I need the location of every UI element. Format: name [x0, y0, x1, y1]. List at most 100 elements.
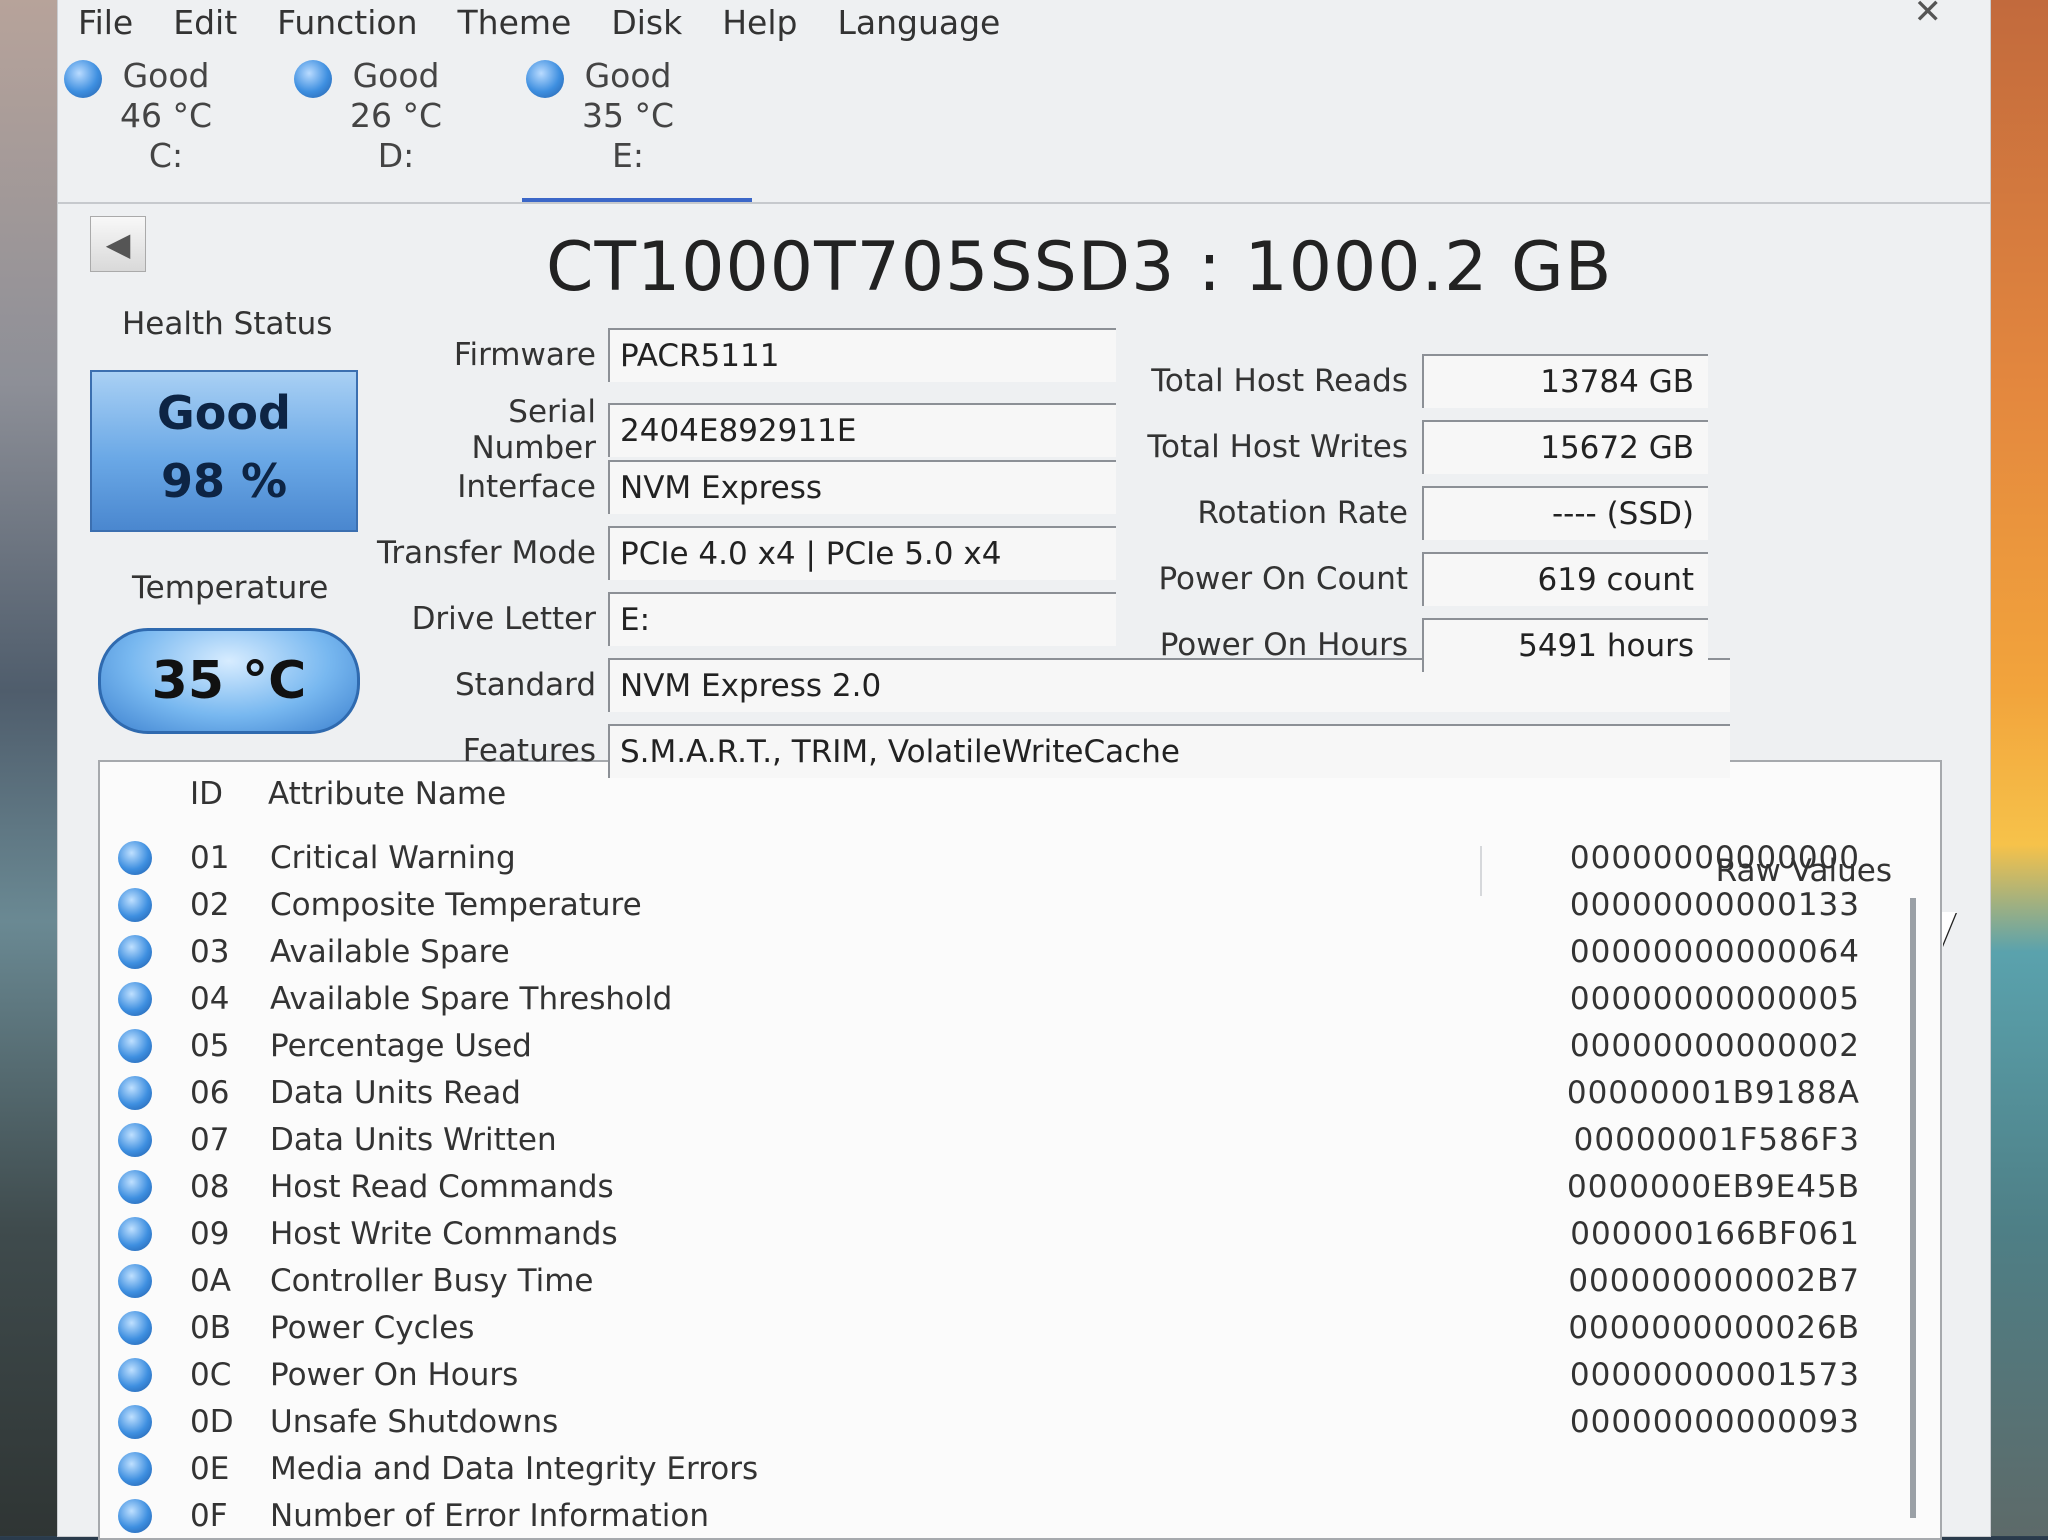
drive-letter-label: Drive Letter — [411, 601, 596, 637]
table-row[interactable]: 02 Composite Temperature 00000000000133 — [100, 881, 1940, 928]
table-row[interactable]: 07 Data Units Written 00000001F586F3 — [100, 1116, 1940, 1163]
attribute-name: Controller Busy Time — [270, 1262, 594, 1299]
drive-letter-field: E: — [608, 592, 1116, 646]
health-status-box[interactable]: Good 98 % — [90, 370, 358, 532]
table-row[interactable]: 0E Media and Data Integrity Errors — [100, 1445, 1940, 1492]
status-orb-icon — [294, 60, 332, 98]
attribute-raw-value: 00000001F586F3 — [1573, 1121, 1860, 1158]
divider — [58, 202, 1990, 204]
drive-temp: 35 °C — [582, 96, 675, 135]
table-row[interactable]: 0D Unsafe Shutdowns 00000000000093 — [100, 1398, 1940, 1445]
power-on-hours-field: 5491 hours — [1422, 618, 1708, 672]
column-id[interactable]: ID — [190, 776, 223, 812]
serial-label: Serial Number — [471, 394, 596, 466]
smart-attribute-table[interactable]: ID Attribute Name Raw Values 01 Critical … — [98, 760, 1942, 1540]
rotation-rate-field: ---- (SSD) — [1422, 486, 1708, 540]
attribute-name: Host Read Commands — [270, 1168, 614, 1205]
app-window: ✕ File Edit Function Theme Disk Help Lan… — [58, 0, 1990, 1540]
attribute-id: 07 — [190, 1121, 230, 1158]
menu-help[interactable]: Help — [702, 0, 817, 50]
standard-label: Standard — [454, 667, 596, 703]
table-row[interactable]: 08 Host Read Commands 0000000EB9E45B — [100, 1163, 1940, 1210]
attribute-raw-value: 00000000000133 — [1569, 886, 1860, 923]
table-row[interactable]: 0B Power Cycles 0000000000026B — [100, 1304, 1940, 1351]
temperature-badge[interactable]: 35 °C — [98, 628, 360, 734]
status-orb-icon — [118, 1169, 152, 1204]
menu-function[interactable]: Function — [257, 0, 437, 50]
host-writes-label: Total Host Writes — [1147, 429, 1408, 465]
table-scrollbar[interactable] — [1910, 898, 1916, 1518]
status-orb-icon — [118, 1498, 152, 1533]
column-attribute-name[interactable]: Attribute Name — [268, 776, 506, 812]
health-status-label: Health Status — [122, 306, 333, 342]
drive-tab-e[interactable]: Good 35 °C E: — [522, 56, 752, 202]
table-row[interactable]: 0F Number of Error Information — [100, 1492, 1940, 1538]
menu-disk[interactable]: Disk — [591, 0, 702, 50]
drive-temp: 26 °C — [350, 96, 443, 135]
status-orb-icon — [118, 840, 152, 875]
table-row[interactable]: 03 Available Spare 00000000000064 — [100, 928, 1940, 975]
menu-file[interactable]: File — [58, 0, 153, 50]
power-on-count-field: 619 count — [1422, 552, 1708, 606]
drive-letter: C: — [148, 136, 184, 175]
features-field: S.M.A.R.T., TRIM, VolatileWriteCache — [608, 724, 1730, 778]
attribute-name: Available Spare Threshold — [270, 980, 673, 1017]
menu-edit[interactable]: Edit — [153, 0, 257, 50]
attribute-name: Data Units Read — [270, 1074, 521, 1111]
attribute-name: Power Cycles — [270, 1309, 475, 1346]
table-row[interactable]: 0A Controller Busy Time 000000000002B7 — [100, 1257, 1940, 1304]
interface-row: Interface NVM Express — [376, 460, 1116, 514]
table-row[interactable]: 06 Data Units Read 00000001B9188A — [100, 1069, 1940, 1116]
power-on-hours-row: Power On Hours 5491 hours — [1138, 618, 1708, 672]
power-on-count-row: Power On Count 619 count — [1138, 552, 1708, 606]
table-row[interactable]: 01 Critical Warning 00000000000000 — [100, 834, 1940, 881]
status-orb-icon — [118, 981, 152, 1016]
attribute-id: 0E — [190, 1450, 230, 1487]
attribute-raw-value: 0000000000026B — [1568, 1309, 1860, 1346]
host-reads-field: 13784 GB — [1422, 354, 1708, 408]
attribute-name: Data Units Written — [270, 1121, 557, 1158]
host-reads-row: Total Host Reads 13784 GB — [1138, 354, 1708, 408]
attribute-name: Media and Data Integrity Errors — [270, 1450, 759, 1487]
attribute-id: 0F — [190, 1497, 228, 1534]
drive-tab-c[interactable]: Good 46 °C C: — [60, 56, 280, 196]
attribute-raw-value: 00000000001573 — [1569, 1356, 1860, 1393]
rotation-rate-label: Rotation Rate — [1197, 495, 1408, 531]
menu-language[interactable]: Language — [817, 0, 1020, 50]
drive-tab-d[interactable]: Good 26 °C D: — [290, 56, 510, 196]
attribute-id: 0D — [190, 1403, 234, 1440]
status-orb-icon — [118, 1216, 152, 1251]
close-icon[interactable]: ✕ — [1914, 0, 1943, 32]
health-status-value: Good — [157, 386, 291, 440]
attribute-id: 08 — [190, 1168, 230, 1205]
host-reads-label: Total Host Reads — [1151, 363, 1408, 399]
mouse-cursor-icon — [1942, 912, 1956, 946]
drive-letter-row: Drive Letter E: — [376, 592, 1116, 646]
table-row[interactable]: 04 Available Spare Threshold 0000000000000… — [100, 975, 1940, 1022]
drive-letter: E: — [612, 136, 644, 175]
power-on-hours-label: Power On Hours — [1159, 627, 1408, 663]
table-row[interactable]: 05 Percentage Used 00000000000002 — [100, 1022, 1940, 1069]
previous-disk-button[interactable]: ◀ — [90, 216, 146, 272]
firmware-row: Firmware PACR5111 — [376, 328, 1116, 382]
attribute-name: Power On Hours — [270, 1356, 519, 1393]
transfer-mode-label: Transfer Mode — [377, 535, 596, 571]
status-orb-icon — [118, 887, 152, 922]
table-row[interactable]: 09 Host Write Commands 000000166BF061 — [100, 1210, 1940, 1257]
attribute-id: 0B — [190, 1309, 231, 1346]
attribute-name: Critical Warning — [270, 839, 516, 876]
transfer-mode-row: Transfer Mode PCIe 4.0 x4 | PCIe 5.0 x4 — [376, 526, 1116, 580]
attribute-raw-value: 000000000002B7 — [1568, 1262, 1860, 1299]
interface-field: NVM Express — [608, 460, 1116, 514]
serial-field: 2404E892911E — [608, 403, 1116, 457]
attribute-id: 0A — [190, 1262, 231, 1299]
menu-theme[interactable]: Theme — [438, 0, 592, 50]
menu-bar: File Edit Function Theme Disk Help Langu… — [58, 0, 1020, 50]
attribute-raw-value: 0000000EB9E45B — [1567, 1168, 1860, 1205]
table-row[interactable]: 0C Power On Hours 00000000001573 — [100, 1351, 1940, 1398]
drive-status: Good — [584, 56, 672, 95]
rotation-rate-row: Rotation Rate ---- (SSD) — [1138, 486, 1708, 540]
status-orb-icon — [118, 934, 152, 969]
temperature-label: Temperature — [132, 570, 329, 606]
status-orb-icon — [118, 1122, 152, 1157]
